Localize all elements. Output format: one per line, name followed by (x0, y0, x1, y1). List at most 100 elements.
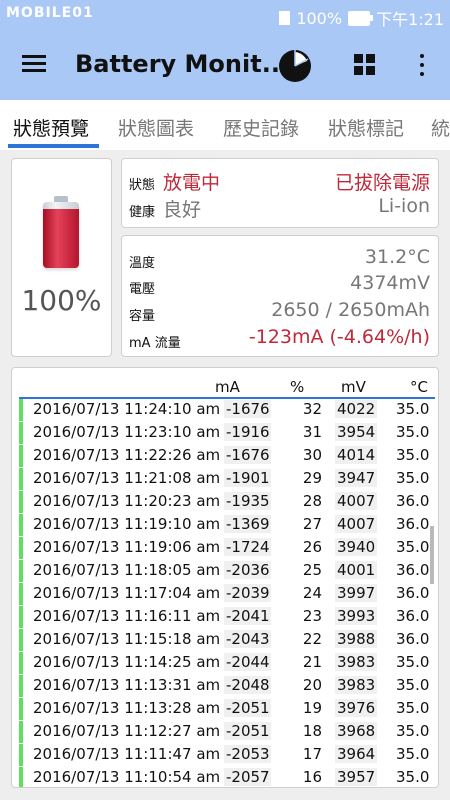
row-discharge-indicator (19, 468, 23, 490)
column-header-temperature: °C (410, 378, 428, 396)
table-row[interactable]: 2016/07/13 11:20:23 am -1935 28 4007 36.0 (12, 490, 438, 513)
more-options-icon[interactable] (420, 54, 424, 76)
cell-ma: -1369 (224, 515, 271, 533)
tab-status-chart[interactable]: 狀態圖表 (118, 114, 194, 141)
table-row[interactable]: 2016/07/13 11:12:27 am -2051 18 3968 35.0 (12, 720, 438, 743)
cell-date: 2016/07/13 11:20:23 am (33, 492, 221, 510)
table-row[interactable]: 2016/07/13 11:14:25 am -2044 21 3983 35.0 (12, 651, 438, 674)
row-discharge-indicator (19, 698, 23, 720)
temperature-label: 溫度 (129, 256, 156, 271)
cell-pct: 31 (302, 423, 322, 441)
cell-temp: 35.0 (396, 722, 430, 740)
table-row[interactable]: 2016/07/13 11:19:06 am -1724 26 3940 35.0 (12, 536, 438, 559)
grid-view-icon[interactable] (354, 54, 376, 76)
cell-temp: 36.0 (396, 630, 430, 648)
state-label: 狀態 (129, 178, 156, 193)
cell-date: 2016/07/13 11:22:26 am (33, 446, 221, 464)
table-row[interactable]: 2016/07/13 11:18:05 am -2036 25 4001 36.0 (12, 559, 438, 582)
cell-date: 2016/07/13 11:10:54 am (33, 768, 221, 786)
cell-temp: 35.0 (396, 653, 430, 671)
cell-date: 2016/07/13 11:16:11 am (33, 607, 221, 625)
row-discharge-indicator (19, 537, 23, 559)
cell-temp: 36.0 (396, 561, 430, 579)
table-row[interactable]: 2016/07/13 11:23:10 am -1916 31 3954 35.0 (12, 421, 438, 444)
row-discharge-indicator (19, 744, 23, 766)
cell-pct: 22 (302, 630, 322, 648)
cell-date: 2016/07/13 11:21:08 am (33, 469, 221, 487)
cell-mv: 3954 (335, 423, 377, 441)
cell-ma: -2044 (224, 653, 271, 671)
capacity-value: 2650 / 2650mAh (271, 299, 430, 321)
cell-ma: -1676 (224, 400, 271, 418)
cell-ma: -2036 (224, 561, 271, 579)
hamburger-menu-icon[interactable] (22, 53, 48, 75)
pie-chart-icon[interactable] (278, 49, 312, 83)
app-title: Battery Monit... (75, 50, 290, 78)
row-discharge-indicator (19, 514, 23, 536)
row-discharge-indicator (19, 606, 23, 628)
cell-pct: 28 (302, 492, 322, 510)
cell-pct: 29 (302, 469, 322, 487)
scrollbar-thumb[interactable] (430, 526, 434, 584)
cell-pct: 20 (302, 676, 322, 694)
cell-mv: 3993 (335, 607, 377, 625)
cell-pct: 32 (302, 400, 322, 418)
table-row[interactable]: 2016/07/13 11:19:10 am -1369 27 4007 36.0 (12, 513, 438, 536)
cell-pct: 27 (302, 515, 322, 533)
cell-ma: -2039 (224, 584, 271, 602)
tab-bar: 狀態預覽 狀態圖表 歷史記錄 狀態標記 統 (0, 100, 450, 150)
row-discharge-indicator (19, 491, 23, 513)
app-toolbar: Battery Monit... (0, 32, 450, 100)
table-row[interactable]: 2016/07/13 11:24:10 am -1676 32 4022 35.0 (12, 398, 438, 421)
row-discharge-indicator (19, 560, 23, 582)
cell-ma: -1724 (224, 538, 271, 556)
cell-temp: 35.0 (396, 446, 430, 464)
table-row[interactable]: 2016/07/13 11:21:08 am -1901 29 3947 35.0 (12, 467, 438, 490)
table-row[interactable]: 2016/07/13 11:13:28 am -2051 19 3976 35.0 (12, 697, 438, 720)
cell-date: 2016/07/13 11:23:10 am (33, 423, 221, 441)
tab-status-markers[interactable]: 狀態標記 (328, 114, 404, 141)
tab-history[interactable]: 歷史記錄 (223, 114, 299, 141)
cell-temp: 35.0 (396, 768, 430, 786)
cell-ma: -2048 (224, 676, 271, 694)
cell-ma: -1676 (224, 446, 271, 464)
battery-percent-text: 100% (296, 8, 343, 28)
battery-icon (348, 10, 374, 26)
cell-temp: 36.0 (396, 515, 430, 533)
watermark-logo: MOBILE01 (6, 5, 94, 21)
cell-mv: 3947 (335, 469, 377, 487)
table-row[interactable]: 2016/07/13 11:11:47 am -2053 17 3964 35.0 (12, 743, 438, 766)
column-header-ma: mA (215, 378, 240, 396)
cell-pct: 18 (302, 722, 322, 740)
cell-temp: 36.0 (396, 492, 430, 510)
cell-mv: 4001 (335, 561, 377, 579)
cell-pct: 30 (302, 446, 322, 464)
active-tab-indicator (8, 144, 99, 148)
voltage-value: 4374mV (350, 272, 430, 294)
tab-statistics[interactable]: 統 (431, 114, 450, 141)
cell-mv: 3988 (335, 630, 377, 648)
cell-mv: 4007 (335, 515, 377, 533)
tab-status-overview[interactable]: 狀態預覽 (13, 114, 89, 141)
row-discharge-indicator (19, 583, 23, 605)
cell-temp: 35.0 (396, 699, 430, 717)
cell-pct: 25 (302, 561, 322, 579)
cell-ma: -2043 (224, 630, 271, 648)
table-row[interactable]: 2016/07/13 11:13:31 am -2048 20 3983 35.0 (12, 674, 438, 697)
state-value: 放電中 (163, 172, 221, 194)
cell-ma: -2051 (224, 722, 271, 740)
cell-mv: 4022 (335, 400, 377, 418)
table-row[interactable]: 2016/07/13 11:16:11 am -2041 23 3993 36.0 (12, 605, 438, 628)
battery-level-card: 100% (11, 158, 112, 357)
row-discharge-indicator (19, 652, 23, 674)
table-row[interactable]: 2016/07/13 11:22:26 am -1676 30 4014 35.0 (12, 444, 438, 467)
cell-date: 2016/07/13 11:17:04 am (33, 584, 221, 602)
column-header-percent: % (290, 378, 305, 396)
cell-temp: 36.0 (396, 584, 430, 602)
cell-mv: 3983 (335, 653, 377, 671)
table-row[interactable]: 2016/07/13 11:15:18 am -2043 22 3988 36.0 (12, 628, 438, 651)
battery-log-table[interactable]: mA % mV °C 2016/07/13 11:24:10 am -1676 32… (11, 367, 439, 788)
table-row[interactable]: 2016/07/13 11:17:04 am -2039 24 3997 36.0 (12, 582, 438, 605)
table-row[interactable]: 2016/07/13 11:10:54 am -2057 16 3957 35.0 (12, 766, 438, 787)
row-discharge-indicator (19, 422, 23, 444)
